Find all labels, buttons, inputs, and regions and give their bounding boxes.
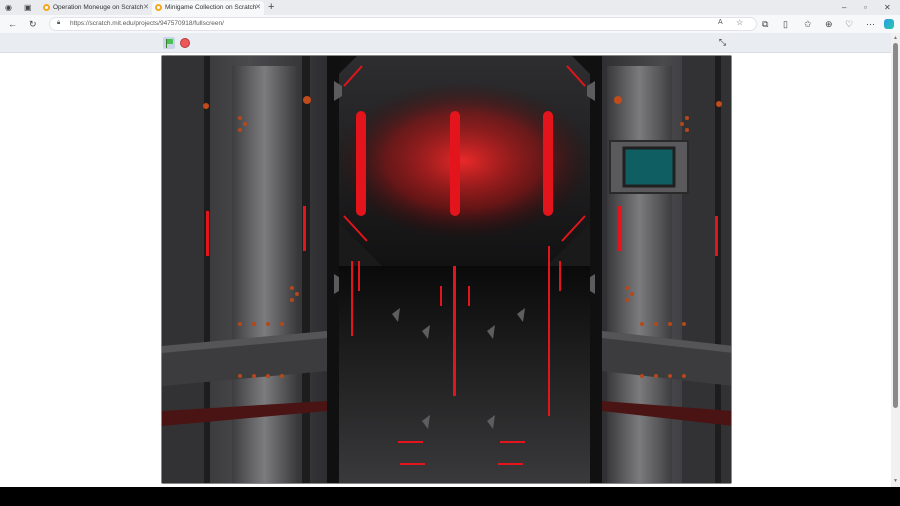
scratch-controls-bar: ⤡ <box>0 33 891 53</box>
favorite-icon[interactable]: ☆ <box>736 18 743 27</box>
maximize-icon[interactable]: ▫ <box>864 0 867 15</box>
project-stage[interactable] <box>161 55 732 484</box>
extensions-icon[interactable]: ⧉ <box>762 15 768 33</box>
sci-fi-corridor-scene <box>162 56 731 483</box>
os-taskbar <box>0 487 900 506</box>
browser-window: ◉ ▣ Operation Moneuge on Scratch ✕ Minig… <box>0 0 900 487</box>
favorites-icon[interactable]: ✩ <box>804 15 812 33</box>
close-icon[interactable]: ✕ <box>884 0 891 15</box>
scratch-favicon-icon <box>155 4 162 11</box>
scroll-thumb[interactable] <box>893 43 898 408</box>
tab-strip: ◉ ▣ Operation Moneuge on Scratch ✕ Minig… <box>0 0 900 15</box>
scratch-favicon-icon <box>43 4 50 11</box>
read-aloud-icon[interactable]: A <box>718 19 723 26</box>
address-bar[interactable]: 🔒︎ https://scratch.mit.edu/projects/9475… <box>49 17 757 31</box>
scroll-down-icon[interactable]: ▼ <box>893 478 898 484</box>
new-tab-icon[interactable]: + <box>268 0 274 15</box>
back-icon[interactable]: ← <box>8 15 17 33</box>
close-tab-icon[interactable]: ✕ <box>143 1 149 14</box>
minimize-icon[interactable]: – <box>842 0 846 15</box>
tab-title: Minigame Collection on Scratch <box>165 4 257 11</box>
url-text[interactable]: https://scratch.mit.edu/projects/9475709… <box>70 18 224 30</box>
tab-title: Operation Moneuge on Scratch <box>53 4 144 11</box>
stop-icon[interactable] <box>180 38 190 48</box>
profile-icon[interactable]: ◉ <box>5 0 12 15</box>
exit-fullscreen-icon[interactable]: ⤡ <box>716 36 729 49</box>
tab-actions-icon[interactable]: ▣ <box>24 0 32 15</box>
green-flag-icon[interactable] <box>163 37 175 49</box>
tab-minigame-collection[interactable]: Minigame Collection on Scratch ✕ <box>152 1 264 15</box>
tab-operation-moneuge[interactable]: Operation Moneuge on Scratch ✕ <box>40 1 152 15</box>
close-tab-icon[interactable]: ✕ <box>255 1 261 14</box>
copilot-icon[interactable] <box>884 19 894 29</box>
refresh-icon[interactable]: ↻ <box>29 15 37 33</box>
more-icon[interactable]: ⋯ <box>866 15 875 33</box>
browser-essentials-icon[interactable]: ♡ <box>845 15 853 33</box>
lock-icon[interactable]: 🔒︎ <box>57 20 60 27</box>
page-scrollbar[interactable]: ▲ ▼ <box>891 33 900 487</box>
navigation-bar: ← ↻ 🔒︎ https://scratch.mit.edu/projects/… <box>0 15 900 33</box>
split-screen-icon[interactable]: ▯ <box>783 15 788 33</box>
scroll-up-icon[interactable]: ▲ <box>893 35 898 41</box>
collections-icon[interactable]: ⊕ <box>825 15 833 33</box>
